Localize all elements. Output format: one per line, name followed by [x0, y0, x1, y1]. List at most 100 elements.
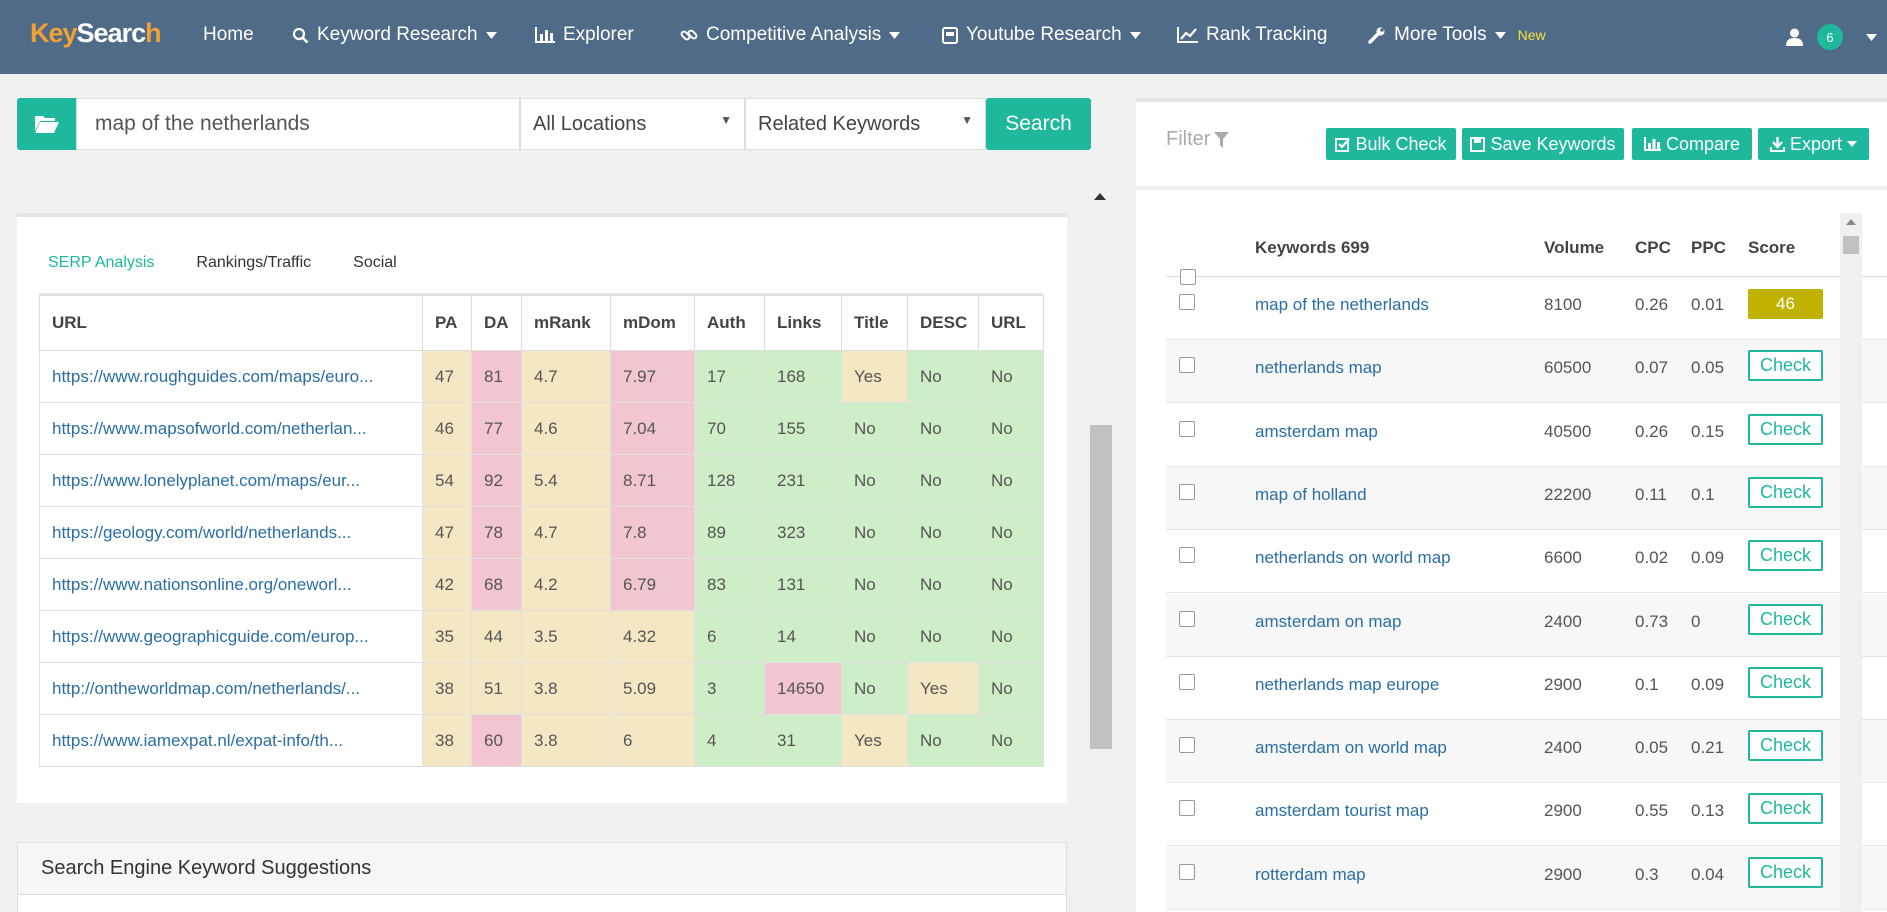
scroll-up-arrow-icon[interactable] — [1846, 219, 1856, 225]
location-select-value: All Locations — [533, 112, 647, 135]
nav-keyword-research[interactable]: Keyword Research — [292, 24, 497, 46]
nav-youtube-research-label: Youtube Research — [966, 24, 1122, 45]
serp-url-link[interactable]: http://ontheworldmap.com/netherlands/... — [39, 662, 423, 715]
col-pa[interactable]: PA — [422, 295, 472, 351]
save-keywords-button[interactable]: Save Keywords — [1462, 128, 1624, 160]
col-ppc[interactable]: PPC — [1691, 238, 1726, 258]
keyword-checkbox[interactable] — [1179, 483, 1195, 500]
keyword-link[interactable]: amsterdam map — [1255, 422, 1378, 442]
col-mrank[interactable]: mRank — [521, 295, 611, 351]
serp-url-link[interactable]: https://www.iamexpat.nl/expat-info/th... — [39, 714, 423, 767]
right-scrollbar[interactable] — [1840, 213, 1862, 912]
col-keyword[interactable]: Keywords 699 — [1255, 238, 1369, 258]
keyword-cpc: 0.3 — [1635, 864, 1659, 884]
keyword-link[interactable]: netherlands map — [1255, 358, 1382, 378]
serp-url-link[interactable]: https://www.roughguides.com/maps/euro... — [39, 350, 423, 403]
check-score-button[interactable]: Check — [1748, 413, 1823, 445]
check-score-button[interactable]: Check — [1748, 856, 1823, 888]
keysearch-logo[interactable]: KeySearch — [30, 18, 162, 49]
table-cell: No — [841, 402, 908, 455]
keyword-link[interactable]: rotterdam map — [1255, 865, 1366, 885]
nav-competitive-analysis[interactable]: Competitive Analysis — [680, 24, 901, 46]
keyword-link[interactable]: netherlands on world map — [1255, 548, 1451, 568]
check-score-button[interactable]: Check — [1748, 540, 1823, 572]
keyword-checkbox[interactable] — [1179, 863, 1195, 880]
open-folder-button[interactable] — [17, 98, 76, 150]
keyword-checkbox[interactable] — [1179, 420, 1195, 437]
location-select[interactable]: All Locations ▼ — [520, 98, 745, 150]
compare-button[interactable]: Compare — [1632, 128, 1752, 160]
table-cell: 83 — [694, 558, 765, 611]
nav-keyword-research-label: Keyword Research — [317, 24, 478, 45]
keyword-volume: 2400 — [1544, 611, 1582, 631]
keyword-link[interactable]: amsterdam tourist map — [1255, 801, 1429, 821]
keyword-checkbox[interactable] — [1179, 547, 1195, 564]
nav-explorer[interactable]: Explorer — [535, 24, 634, 46]
bulk-check-button[interactable]: Bulk Check — [1326, 128, 1456, 160]
serp-url-link[interactable]: https://geology.com/world/netherlands... — [39, 506, 423, 559]
serp-url-link[interactable]: https://www.mapsofworld.com/netherlan... — [39, 402, 423, 455]
keyword-checkbox[interactable] — [1179, 673, 1195, 690]
check-score-button[interactable]: Check — [1748, 476, 1823, 508]
table-cell: 68 — [471, 558, 522, 611]
col-score[interactable]: Score — [1748, 238, 1795, 258]
serp-url-link[interactable]: https://www.lonelyplanet.com/maps/eur... — [39, 454, 423, 507]
keyword-row: rotterdam map 2900 0.3 0.04 Check — [1166, 846, 1887, 910]
export-button[interactable]: Export — [1758, 128, 1869, 160]
table-cell: 7.8 — [610, 506, 695, 559]
keyword-checkbox[interactable] — [1179, 294, 1195, 310]
filter-label: Filter — [1166, 128, 1211, 150]
keyword-link[interactable]: netherlands map europe — [1255, 675, 1439, 695]
keyword-checkbox[interactable] — [1179, 357, 1195, 374]
col-cpc[interactable]: CPC — [1635, 238, 1671, 258]
nav-home[interactable]: Home — [203, 24, 254, 46]
table-row: http://ontheworldmap.com/netherlands/...… — [39, 662, 1044, 715]
user-icon[interactable] — [1786, 28, 1803, 46]
new-badge: New — [1517, 27, 1546, 43]
keyword-link[interactable]: amsterdam on map — [1255, 612, 1401, 632]
check-score-button[interactable]: Check — [1748, 730, 1823, 762]
col-desc[interactable]: DESC — [907, 295, 979, 351]
logo-part-key: Key — [30, 18, 78, 48]
nav-youtube-research[interactable]: Youtube Research — [942, 24, 1141, 46]
col-url-match[interactable]: URL — [978, 295, 1044, 351]
table-cell: 4.32 — [610, 610, 695, 663]
check-score-button[interactable]: Check — [1748, 350, 1823, 382]
nav-more-tools[interactable]: More Tools New — [1368, 24, 1546, 46]
left-scrollbar-thumb[interactable] — [1090, 425, 1112, 749]
keyword-checkbox[interactable] — [1179, 737, 1195, 754]
search-mode-select[interactable]: Related Keywords ▼ — [745, 98, 986, 150]
right-scrollbar-thumb[interactable] — [1843, 236, 1859, 254]
col-da[interactable]: DA — [471, 295, 522, 351]
filter-button[interactable]: Filter — [1166, 128, 1230, 151]
keyword-checkbox[interactable] — [1179, 800, 1195, 817]
col-links[interactable]: Links — [764, 295, 842, 351]
col-url[interactable]: URL — [39, 295, 423, 351]
keyword-suggestions-title: Search Engine Keyword Suggestions — [18, 843, 1066, 895]
col-volume[interactable]: Volume — [1544, 238, 1604, 258]
search-button[interactable]: Search — [986, 98, 1091, 150]
col-mdom[interactable]: mDom — [610, 295, 695, 351]
check-score-button[interactable]: Check — [1748, 793, 1823, 825]
keyword-checkbox[interactable] — [1179, 610, 1195, 627]
keyword-search-input[interactable]: map of the netherlands — [76, 98, 520, 150]
notification-badge[interactable]: 6 — [1817, 24, 1843, 50]
serp-url-link[interactable]: https://www.nationsonline.org/oneworl... — [39, 558, 423, 611]
col-title[interactable]: Title — [841, 295, 908, 351]
check-score-button[interactable]: Check — [1748, 666, 1823, 698]
tab-rankings-traffic[interactable]: Rankings/Traffic — [175, 247, 332, 279]
caret-down-icon[interactable] — [1866, 34, 1877, 41]
serp-url-link[interactable]: https://www.geographicguide.com/europ... — [39, 610, 423, 663]
score-badge: 46 — [1748, 289, 1823, 319]
nav-rank-tracking[interactable]: Rank Tracking — [1177, 24, 1327, 46]
keyword-link[interactable]: map of the netherlands — [1255, 295, 1429, 315]
tab-social[interactable]: Social — [332, 247, 418, 279]
tab-serp-analysis[interactable]: SERP Analysis — [17, 247, 175, 279]
keyword-link[interactable]: map of holland — [1255, 485, 1367, 505]
keyword-link[interactable]: amsterdam on world map — [1255, 738, 1447, 758]
keyword-volume: 2900 — [1544, 674, 1582, 694]
check-score-button[interactable]: Check — [1748, 603, 1823, 635]
col-auth[interactable]: Auth — [694, 295, 765, 351]
scroll-up-arrow-icon[interactable] — [1094, 193, 1106, 200]
table-cell: 14650 — [764, 662, 842, 715]
